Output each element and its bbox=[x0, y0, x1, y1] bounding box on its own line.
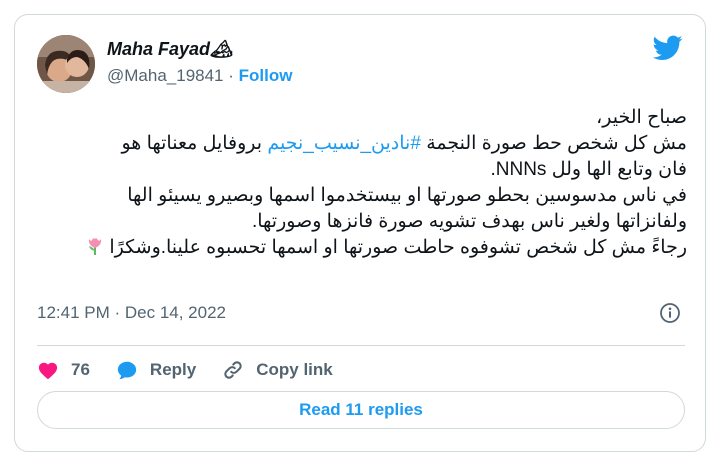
tweet-line: في ناس مدسوسين بحطو صورتها او بيستخدموا … bbox=[127, 185, 687, 206]
tulip-icon bbox=[89, 238, 102, 255]
copy-link-label: Copy link bbox=[256, 360, 333, 379]
tweet-text: صباح الخير، مش كل شخص حط صورة النجمة #نا… bbox=[35, 105, 687, 261]
tweet-line: فان وتابع الها ولل NNNs. bbox=[490, 159, 687, 180]
twitter-bird-icon[interactable] bbox=[653, 35, 683, 61]
handle-row: @Maha_19841 · Follow bbox=[107, 66, 292, 86]
hashtag-link[interactable]: #نادين_نسيب_نجيم bbox=[267, 133, 421, 154]
separator: · bbox=[228, 66, 234, 85]
action-bar: 76 Reply Copy link bbox=[37, 355, 359, 385]
copy-link-button[interactable]: Copy link bbox=[222, 359, 333, 381]
timestamp[interactable]: 12:41 PM · Dec 14, 2022 bbox=[37, 303, 226, 323]
author-name[interactable]: Maha Fayad🏔 bbox=[107, 39, 233, 60]
info-icon[interactable] bbox=[659, 302, 681, 324]
read-replies-button[interactable]: Read 11 replies bbox=[37, 391, 685, 429]
like-button[interactable]: 76 bbox=[37, 360, 90, 380]
speech-bubble-icon bbox=[117, 361, 137, 380]
reply-button[interactable]: Reply bbox=[116, 359, 196, 381]
reply-label: Reply bbox=[149, 360, 197, 379]
author-handle[interactable]: @Maha_19841 bbox=[107, 66, 224, 85]
tweet-line: رجاءً مش كل شخص تشوفوه حاطت صورتها او اس… bbox=[35, 235, 687, 261]
divider bbox=[37, 345, 685, 346]
tweet-line: صباح الخير، bbox=[596, 107, 687, 128]
tweet-line: مش كل شخص حط صورة النجمة #نادين_نسيب_نجي… bbox=[121, 133, 687, 154]
follow-button[interactable]: Follow bbox=[239, 66, 293, 85]
like-count: 76 bbox=[71, 360, 90, 379]
tweet-card: Maha Fayad🏔 @Maha_19841 · Follow صباح ال… bbox=[14, 14, 706, 452]
mountain-emoji: 🏔 bbox=[210, 39, 233, 59]
avatar[interactable] bbox=[37, 35, 95, 93]
link-icon bbox=[224, 361, 242, 379]
heart-icon bbox=[38, 362, 58, 380]
tweet-line: ولفانزاتها ولغير ناس بهدف تشويه صورة فان… bbox=[251, 211, 687, 232]
